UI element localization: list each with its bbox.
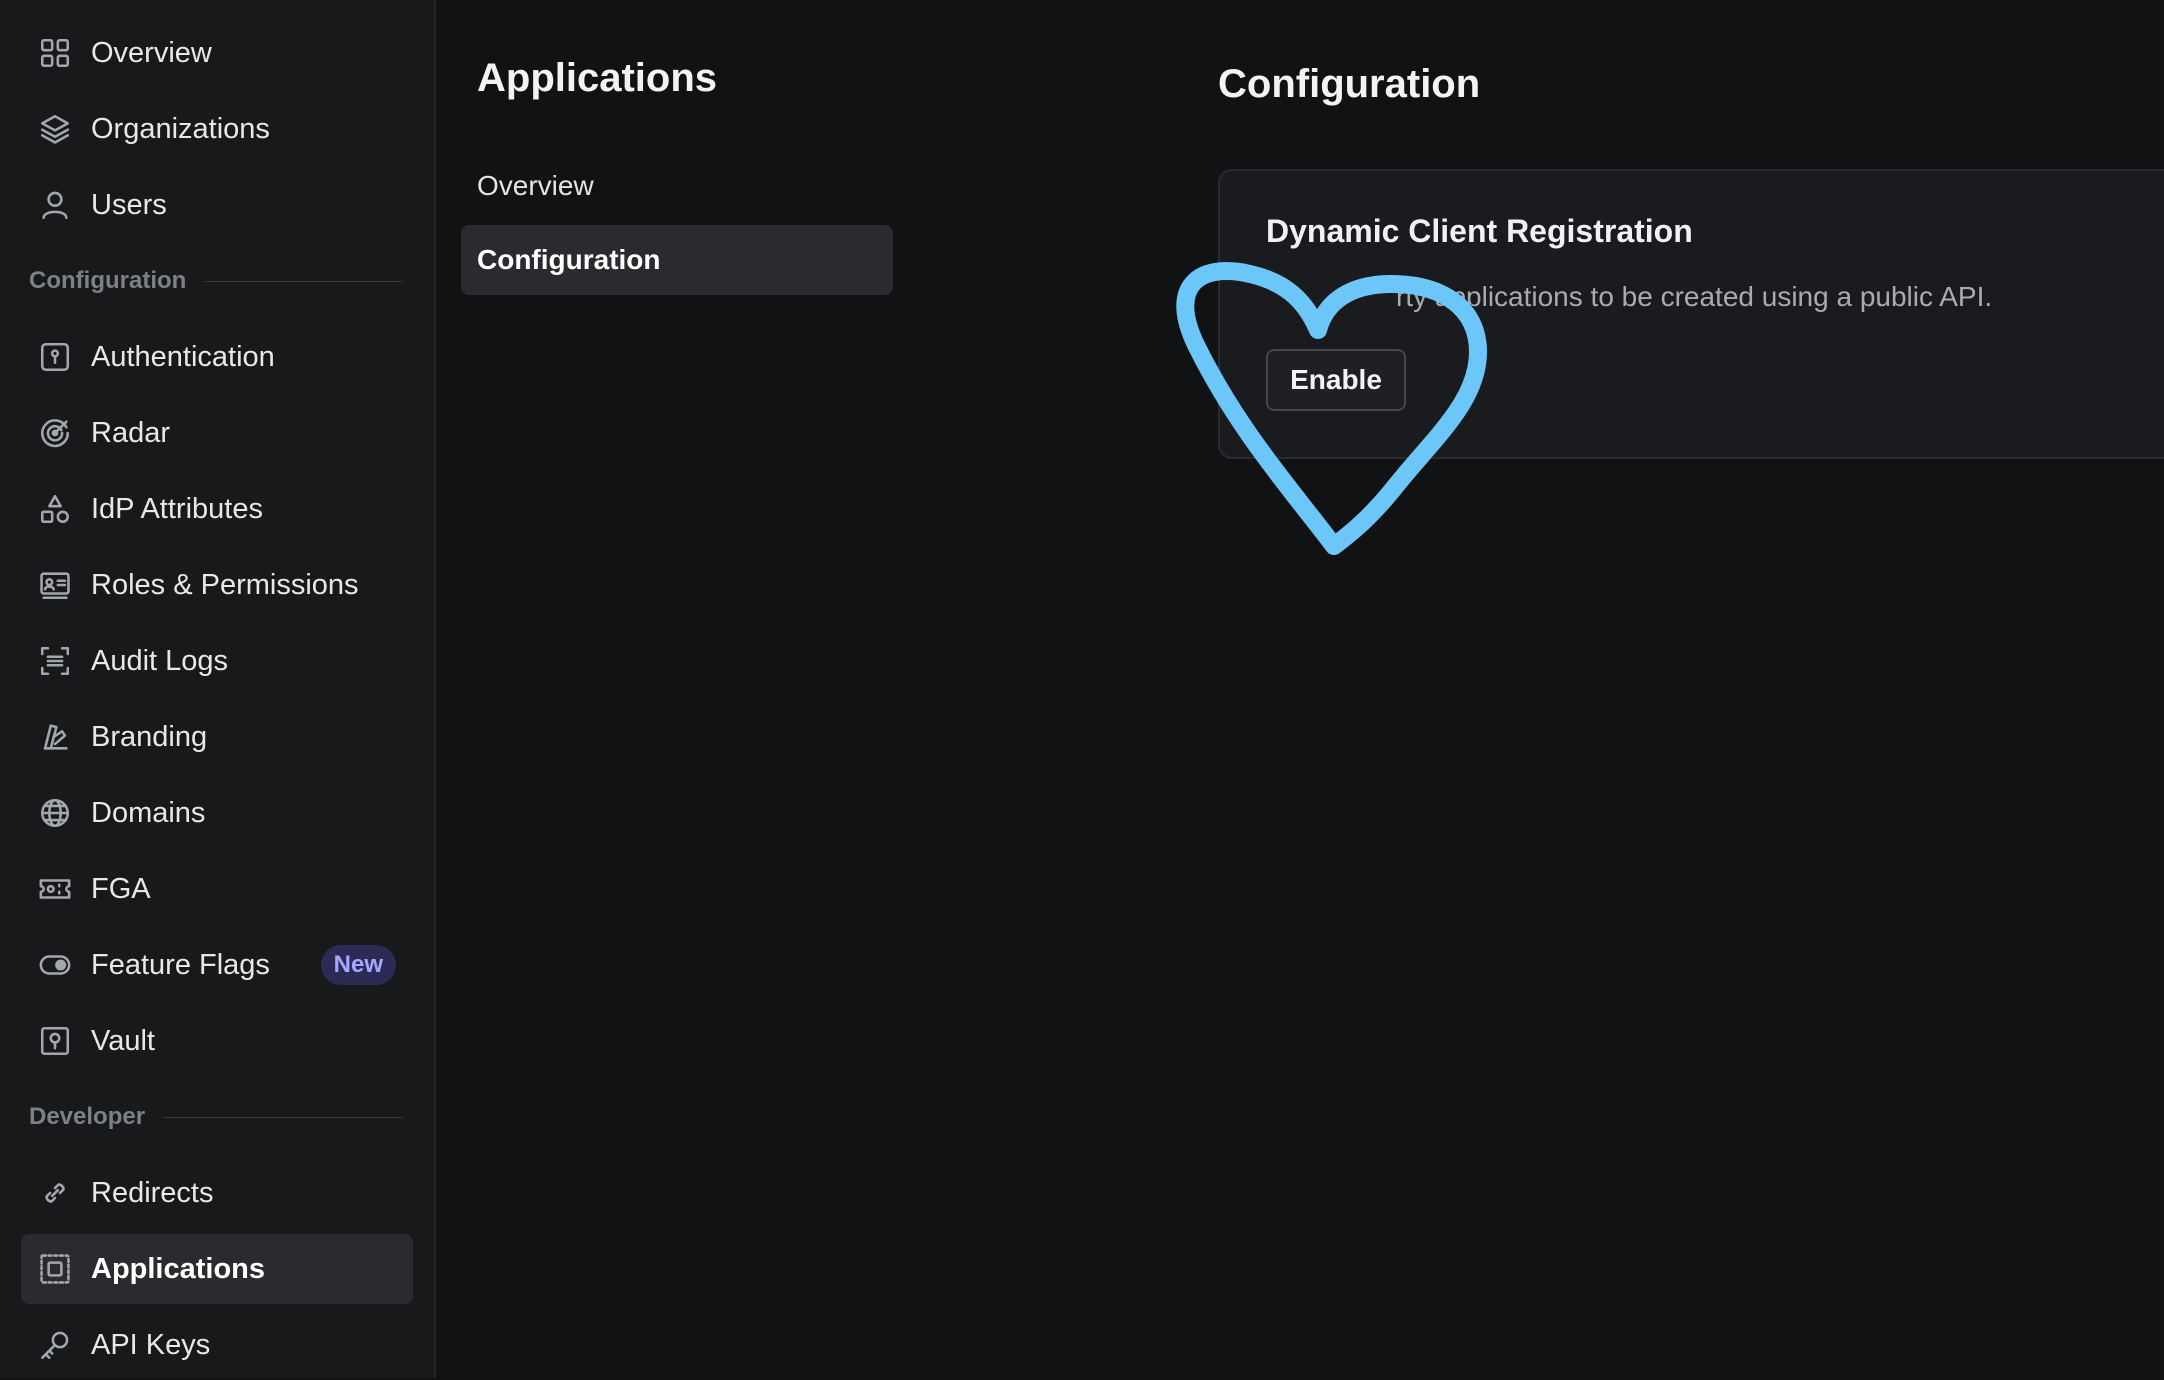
sidebar-item-vault[interactable]: Vault (21, 1006, 413, 1076)
sidebar-item-users[interactable]: Users (21, 170, 413, 240)
sidebar-item-label: Branding (91, 720, 208, 753)
sidebar-item-label: Applications (91, 1252, 266, 1285)
sidebar-item-branding[interactable]: Branding (21, 702, 413, 772)
vault-icon (37, 1023, 73, 1059)
sidebar-item-label: Domains (91, 796, 206, 829)
dynamic-client-registration-card: Dynamic Client Registration rty applicat… (1218, 169, 2164, 459)
sidebar-item-fga[interactable]: FGA (21, 854, 413, 924)
sidebar-item-domains[interactable]: Domains (21, 778, 413, 848)
id-card-icon (37, 567, 73, 603)
sidebar-item-api-keys[interactable]: API Keys (21, 1310, 413, 1380)
sidebar-item-organizations[interactable]: Organizations (21, 94, 413, 164)
key-icon (37, 1327, 73, 1363)
sidebar-item-label: Audit Logs (91, 644, 229, 677)
toggle-icon (37, 947, 73, 983)
sidebar-item-label: Feature Flags (91, 948, 270, 981)
sidebar-item-label: FGA (91, 872, 151, 905)
page-title: Configuration (1218, 62, 1481, 106)
sidebar-item-label: Redirects (91, 1176, 214, 1209)
section-header-developer: Developer (29, 1097, 403, 1137)
sidebar-item-roles-permissions[interactable]: Roles & Permissions (21, 550, 413, 620)
sidebar-item-redirects[interactable]: Redirects (21, 1158, 413, 1228)
sidebar-item-applications[interactable]: Applications (21, 1234, 413, 1304)
sidebar-item-audit-logs[interactable]: Audit Logs (21, 626, 413, 696)
sidebar-item-authentication[interactable]: Authentication (21, 322, 413, 392)
app-frame-icon (37, 1251, 73, 1287)
card-title: Dynamic Client Registration (1266, 213, 1693, 249)
keyhole-icon (37, 339, 73, 375)
sidebar-item-label: API Keys (91, 1328, 211, 1361)
sidebar-item-label: Authentication (91, 340, 275, 373)
layers-icon (37, 111, 73, 147)
sidebar-item-radar[interactable]: Radar (21, 398, 413, 468)
card-description: rty applications to be created using a p… (1396, 281, 1993, 312)
user-icon (37, 187, 73, 223)
subnav-item-overview[interactable]: Overview (461, 151, 893, 221)
globe-icon (37, 795, 73, 831)
shapes-icon (37, 491, 73, 527)
grid-icon (37, 35, 73, 71)
sidebar: Overview Organizations Users Configurati… (0, 0, 436, 1378)
sidebar-item-label: Roles & Permissions (91, 568, 359, 601)
radar-icon (37, 415, 73, 451)
link-icon (37, 1175, 73, 1211)
subnav-title: Applications (477, 56, 718, 100)
new-badge: New (320, 945, 396, 985)
sidebar-item-idp-attributes[interactable]: IdP Attributes (21, 474, 413, 544)
sidebar-item-label: Vault (91, 1024, 155, 1057)
ticket-icon (37, 871, 73, 907)
sidebar-item-label: IdP Attributes (91, 492, 263, 525)
sidebar-item-feature-flags[interactable]: Feature Flags New (21, 930, 413, 1000)
subnav-item-configuration[interactable]: Configuration (461, 225, 893, 295)
swatch-icon (37, 719, 73, 755)
sidebar-item-label: Users (91, 188, 167, 221)
sidebar-item-label: Radar (91, 416, 170, 449)
enable-button[interactable]: Enable (1266, 349, 1406, 411)
sidebar-item-label: Overview (91, 36, 212, 69)
sidebar-item-overview[interactable]: Overview (21, 18, 413, 88)
section-header-configuration: Configuration (29, 261, 403, 301)
sidebar-item-label: Organizations (91, 112, 270, 145)
scan-list-icon (37, 643, 73, 679)
